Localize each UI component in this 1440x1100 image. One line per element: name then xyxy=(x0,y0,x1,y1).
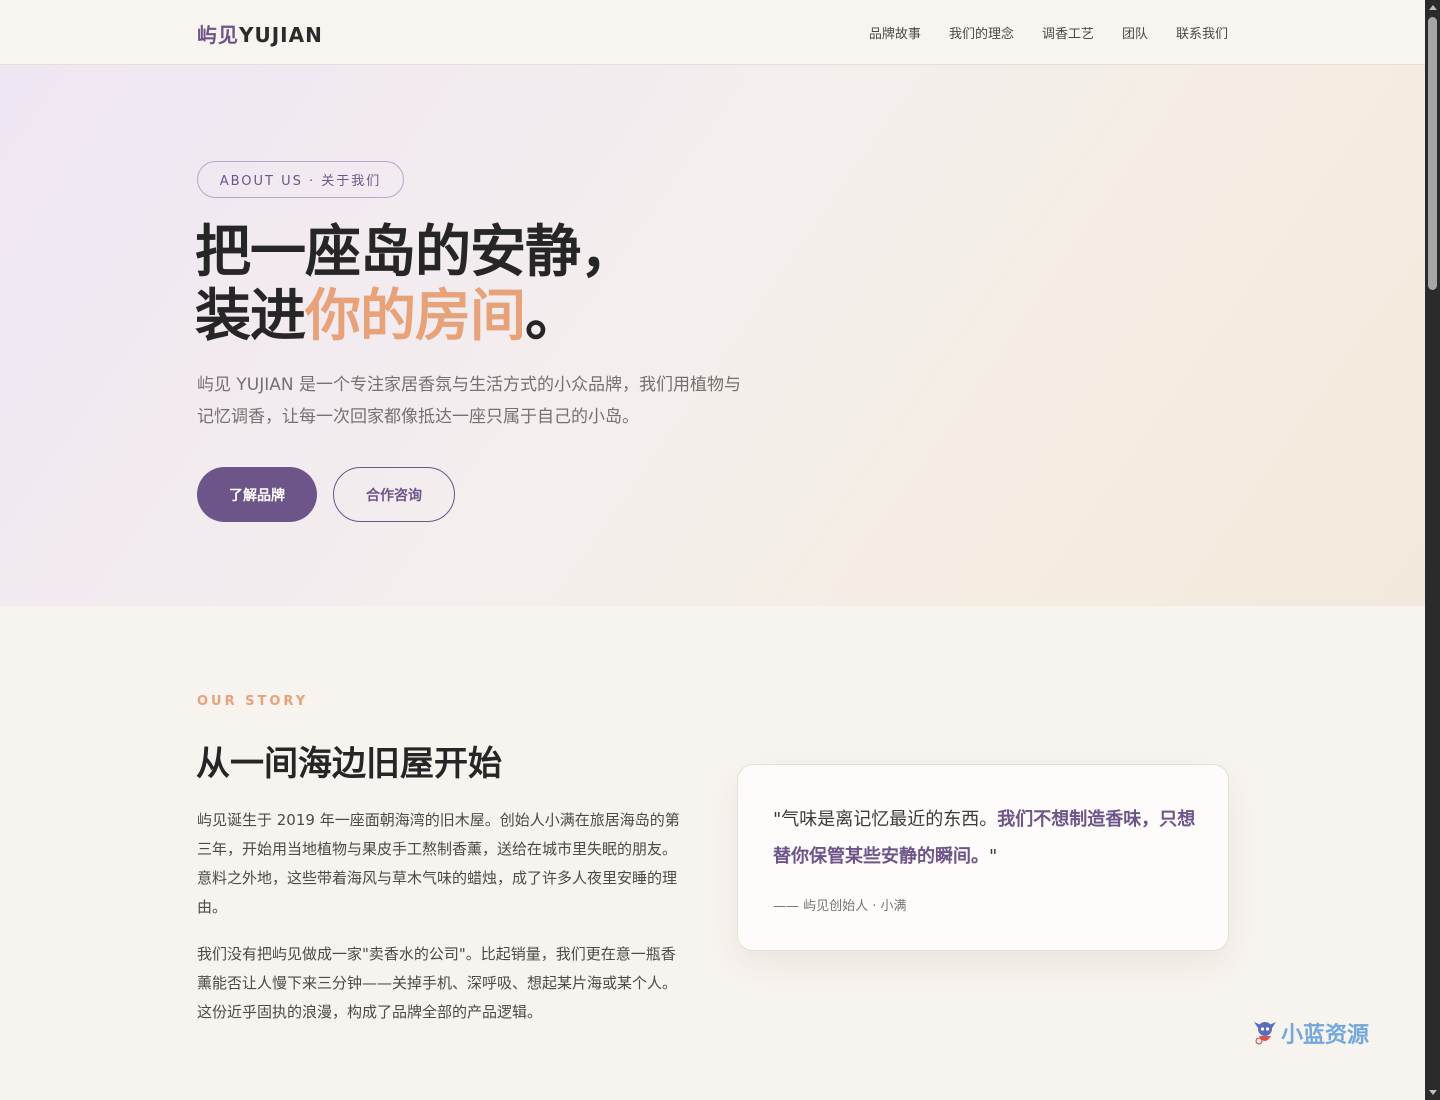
scrollbar[interactable] xyxy=(1425,0,1440,1100)
nav-link-contact[interactable]: 联系我们 xyxy=(1176,23,1228,42)
top-nav: 屿见YUJIAN 品牌故事 我们的理念 调香工艺 团队 联系我们 xyxy=(0,0,1425,65)
quote-plain: "气味是离记忆最近的东西。 xyxy=(773,809,998,830)
hero-title-accent: 你的房间 xyxy=(305,284,526,349)
story-title: 从一间海边旧屋开始 xyxy=(196,744,502,784)
story-eyebrow: OUR STORY xyxy=(197,694,309,709)
nav-link-team[interactable]: 团队 xyxy=(1122,23,1148,42)
hero-title-line1: 把一座岛的安静， xyxy=(195,220,636,285)
hero-section: ABOUT US · 关于我们 把一座岛的安静， 装进你的房间。 屿见 YUJI… xyxy=(0,65,1425,606)
nav-link-philosophy[interactable]: 我们的理念 xyxy=(949,23,1014,42)
founder-quote-card: "气味是离记忆最近的东西。我们不想制造香味，只想替你保管某些安静的瞬间。" ——… xyxy=(737,764,1229,951)
scroll-up-arrow-icon[interactable] xyxy=(1429,5,1437,10)
brand-logo[interactable]: 屿见YUJIAN xyxy=(197,19,323,48)
nav-links: 品牌故事 我们的理念 调香工艺 团队 联系我们 xyxy=(869,23,1228,42)
watermark: 小蓝资源 xyxy=(1253,1017,1369,1049)
hero-title-line2-pre: 装进 xyxy=(195,284,306,349)
cooperation-inquiry-button[interactable]: 合作咨询 xyxy=(333,467,455,522)
about-badge: ABOUT US · 关于我们 xyxy=(197,161,404,198)
logo-cn: 屿见 xyxy=(197,23,239,47)
mascot-icon xyxy=(1254,1022,1276,1045)
quote-author: —— 屿见创始人 · 小满 xyxy=(773,899,907,914)
learn-brand-button[interactable]: 了解品牌 xyxy=(197,467,317,522)
hero-title: 把一座岛的安静， 装进你的房间。 xyxy=(195,220,636,349)
story-paragraph-1: 屿见诞生于 2019 年一座面朝海湾的旧木屋。创始人小满在旅居海岛的第三年，开始… xyxy=(197,811,680,916)
scroll-thumb[interactable] xyxy=(1428,17,1437,290)
page: 屿见YUJIAN 品牌故事 我们的理念 调香工艺 团队 联系我们 ABOUT U… xyxy=(0,0,1425,1100)
nav-link-brand-story[interactable]: 品牌故事 xyxy=(869,23,921,42)
watermark-text: 小蓝资源 xyxy=(1281,1023,1370,1048)
quote-end: " xyxy=(989,846,998,867)
story-paragraph-2: 我们没有把屿见做成一家"卖香水的公司"。比起销量，我们更在意一瓶香薰能否让人慢下… xyxy=(197,945,678,1021)
hero-description: 屿见 YUJIAN 是一个专注家居香氛与生活方式的小众品牌，我们用植物与记忆调香… xyxy=(197,375,742,427)
nav-link-craft[interactable]: 调香工艺 xyxy=(1042,23,1094,42)
logo-en: YUJIAN xyxy=(239,23,323,47)
scroll-down-arrow-icon[interactable] xyxy=(1429,1090,1437,1095)
quote-text: "气味是离记忆最近的东西。我们不想制造香味，只想替你保管某些安静的瞬间。" xyxy=(773,801,1203,875)
hero-title-line2-post: 。 xyxy=(525,284,581,349)
